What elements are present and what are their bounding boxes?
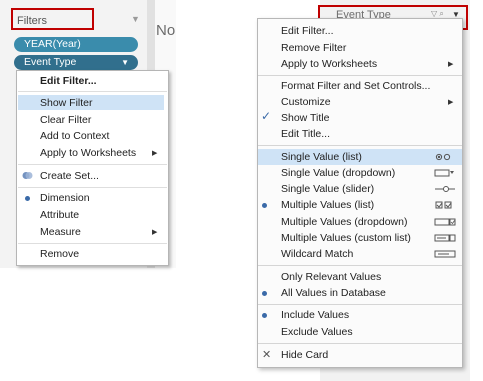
menu-item-multiple-values-dropdown[interactable]: Multiple Values (dropdown)	[281, 216, 407, 228]
menu-item-multiple-values-list[interactable]: Multiple Values (list)	[281, 199, 374, 211]
submenu-arrow-icon: ▶	[152, 229, 158, 236]
filter-pill-event-type[interactable]: Event Type ▼	[14, 55, 138, 70]
filter-pill-label: YEAR(Year)	[24, 38, 81, 50]
slider-control-icon	[435, 186, 455, 192]
menu-item-wildcard-match[interactable]: Wildcard Match	[281, 248, 353, 260]
submenu-arrow-icon: ▶	[152, 150, 158, 157]
menu-item-show-filter[interactable]: Show Filter	[40, 97, 93, 109]
create-set-icon	[22, 172, 33, 179]
menu-item-create-set[interactable]: Create Set...	[40, 170, 99, 182]
close-icon: ✕	[262, 349, 272, 361]
menu-item-attribute[interactable]: Attribute	[40, 209, 79, 221]
menu-item-remove-filter[interactable]: Remove Filter	[281, 42, 346, 54]
selected-dot-icon	[262, 203, 267, 208]
menu-separator	[258, 265, 462, 266]
filter-pill-label: Event Type	[24, 56, 77, 68]
selected-dot-icon	[25, 196, 30, 201]
shelf-dropdown-icon[interactable]: ▼	[131, 14, 140, 24]
menu-item-multiple-values-custom-list[interactable]: Multiple Values (custom list)	[281, 232, 411, 244]
multi-dropdown-control-icon	[434, 218, 456, 226]
menu-separator	[258, 145, 462, 146]
menu-separator	[258, 343, 462, 344]
selected-dot-icon	[262, 313, 267, 318]
menu-item-edit-title[interactable]: Edit Title...	[281, 128, 330, 140]
menu-separator	[258, 304, 462, 305]
menu-item-all-values-in-database[interactable]: All Values in Database	[281, 287, 386, 299]
chevron-down-icon[interactable]: ▼	[121, 55, 129, 70]
menu-separator	[18, 91, 167, 92]
menu-item-apply-to-worksheets[interactable]: Apply to Worksheets	[281, 58, 377, 70]
text-input-control-icon	[434, 250, 456, 258]
custom-list-control-icon	[434, 234, 456, 242]
menu-item-edit-filter[interactable]: Edit Filter...	[281, 25, 334, 37]
menu-item-remove[interactable]: Remove	[40, 248, 79, 260]
selected-dot-icon	[262, 291, 267, 296]
menu-item-single-value-list[interactable]: Single Value (list)	[281, 151, 362, 163]
filters-shelf-title: Filters	[17, 15, 47, 27]
menu-item-single-value-slider[interactable]: Single Value (slider)	[281, 183, 374, 195]
dropdown-control-icon	[434, 169, 454, 177]
menu-separator	[18, 164, 167, 165]
submenu-arrow-icon: ▶	[448, 61, 454, 68]
submenu-arrow-icon: ▶	[448, 99, 454, 106]
menu-item-include-values[interactable]: Include Values	[281, 309, 349, 321]
menu-separator	[18, 243, 167, 244]
menu-item-add-to-context[interactable]: Add to Context	[40, 130, 109, 142]
menu-item-customize[interactable]: Customize	[281, 96, 331, 108]
checkmark-icon: ✓	[261, 109, 272, 123]
menu-item-format-filter-controls[interactable]: Format Filter and Set Controls...	[281, 80, 430, 92]
menu-item-show-title[interactable]: Show Title	[281, 112, 329, 124]
menu-item-single-value-dropdown[interactable]: Single Value (dropdown)	[281, 167, 395, 179]
radio-list-icon	[435, 153, 451, 161]
checkbox-list-icon	[435, 201, 452, 209]
menu-item-measure[interactable]: Measure	[40, 226, 81, 238]
menu-separator	[258, 75, 462, 76]
canvas-title-fragment: No	[156, 22, 176, 39]
filter-pill-year[interactable]: YEAR(Year)	[14, 37, 138, 52]
menu-item-edit-filter[interactable]: Edit Filter...	[40, 75, 97, 87]
menu-item-apply-to-worksheets[interactable]: Apply to Worksheets	[40, 147, 136, 159]
menu-item-clear-filter[interactable]: Clear Filter	[40, 114, 91, 126]
menu-item-only-relevant-values[interactable]: Only Relevant Values	[281, 271, 381, 283]
menu-item-hide-card[interactable]: Hide Card	[281, 349, 328, 361]
menu-item-dimension[interactable]: Dimension	[40, 192, 90, 204]
menu-separator	[18, 187, 167, 188]
menu-item-exclude-values[interactable]: Exclude Values	[281, 326, 353, 338]
